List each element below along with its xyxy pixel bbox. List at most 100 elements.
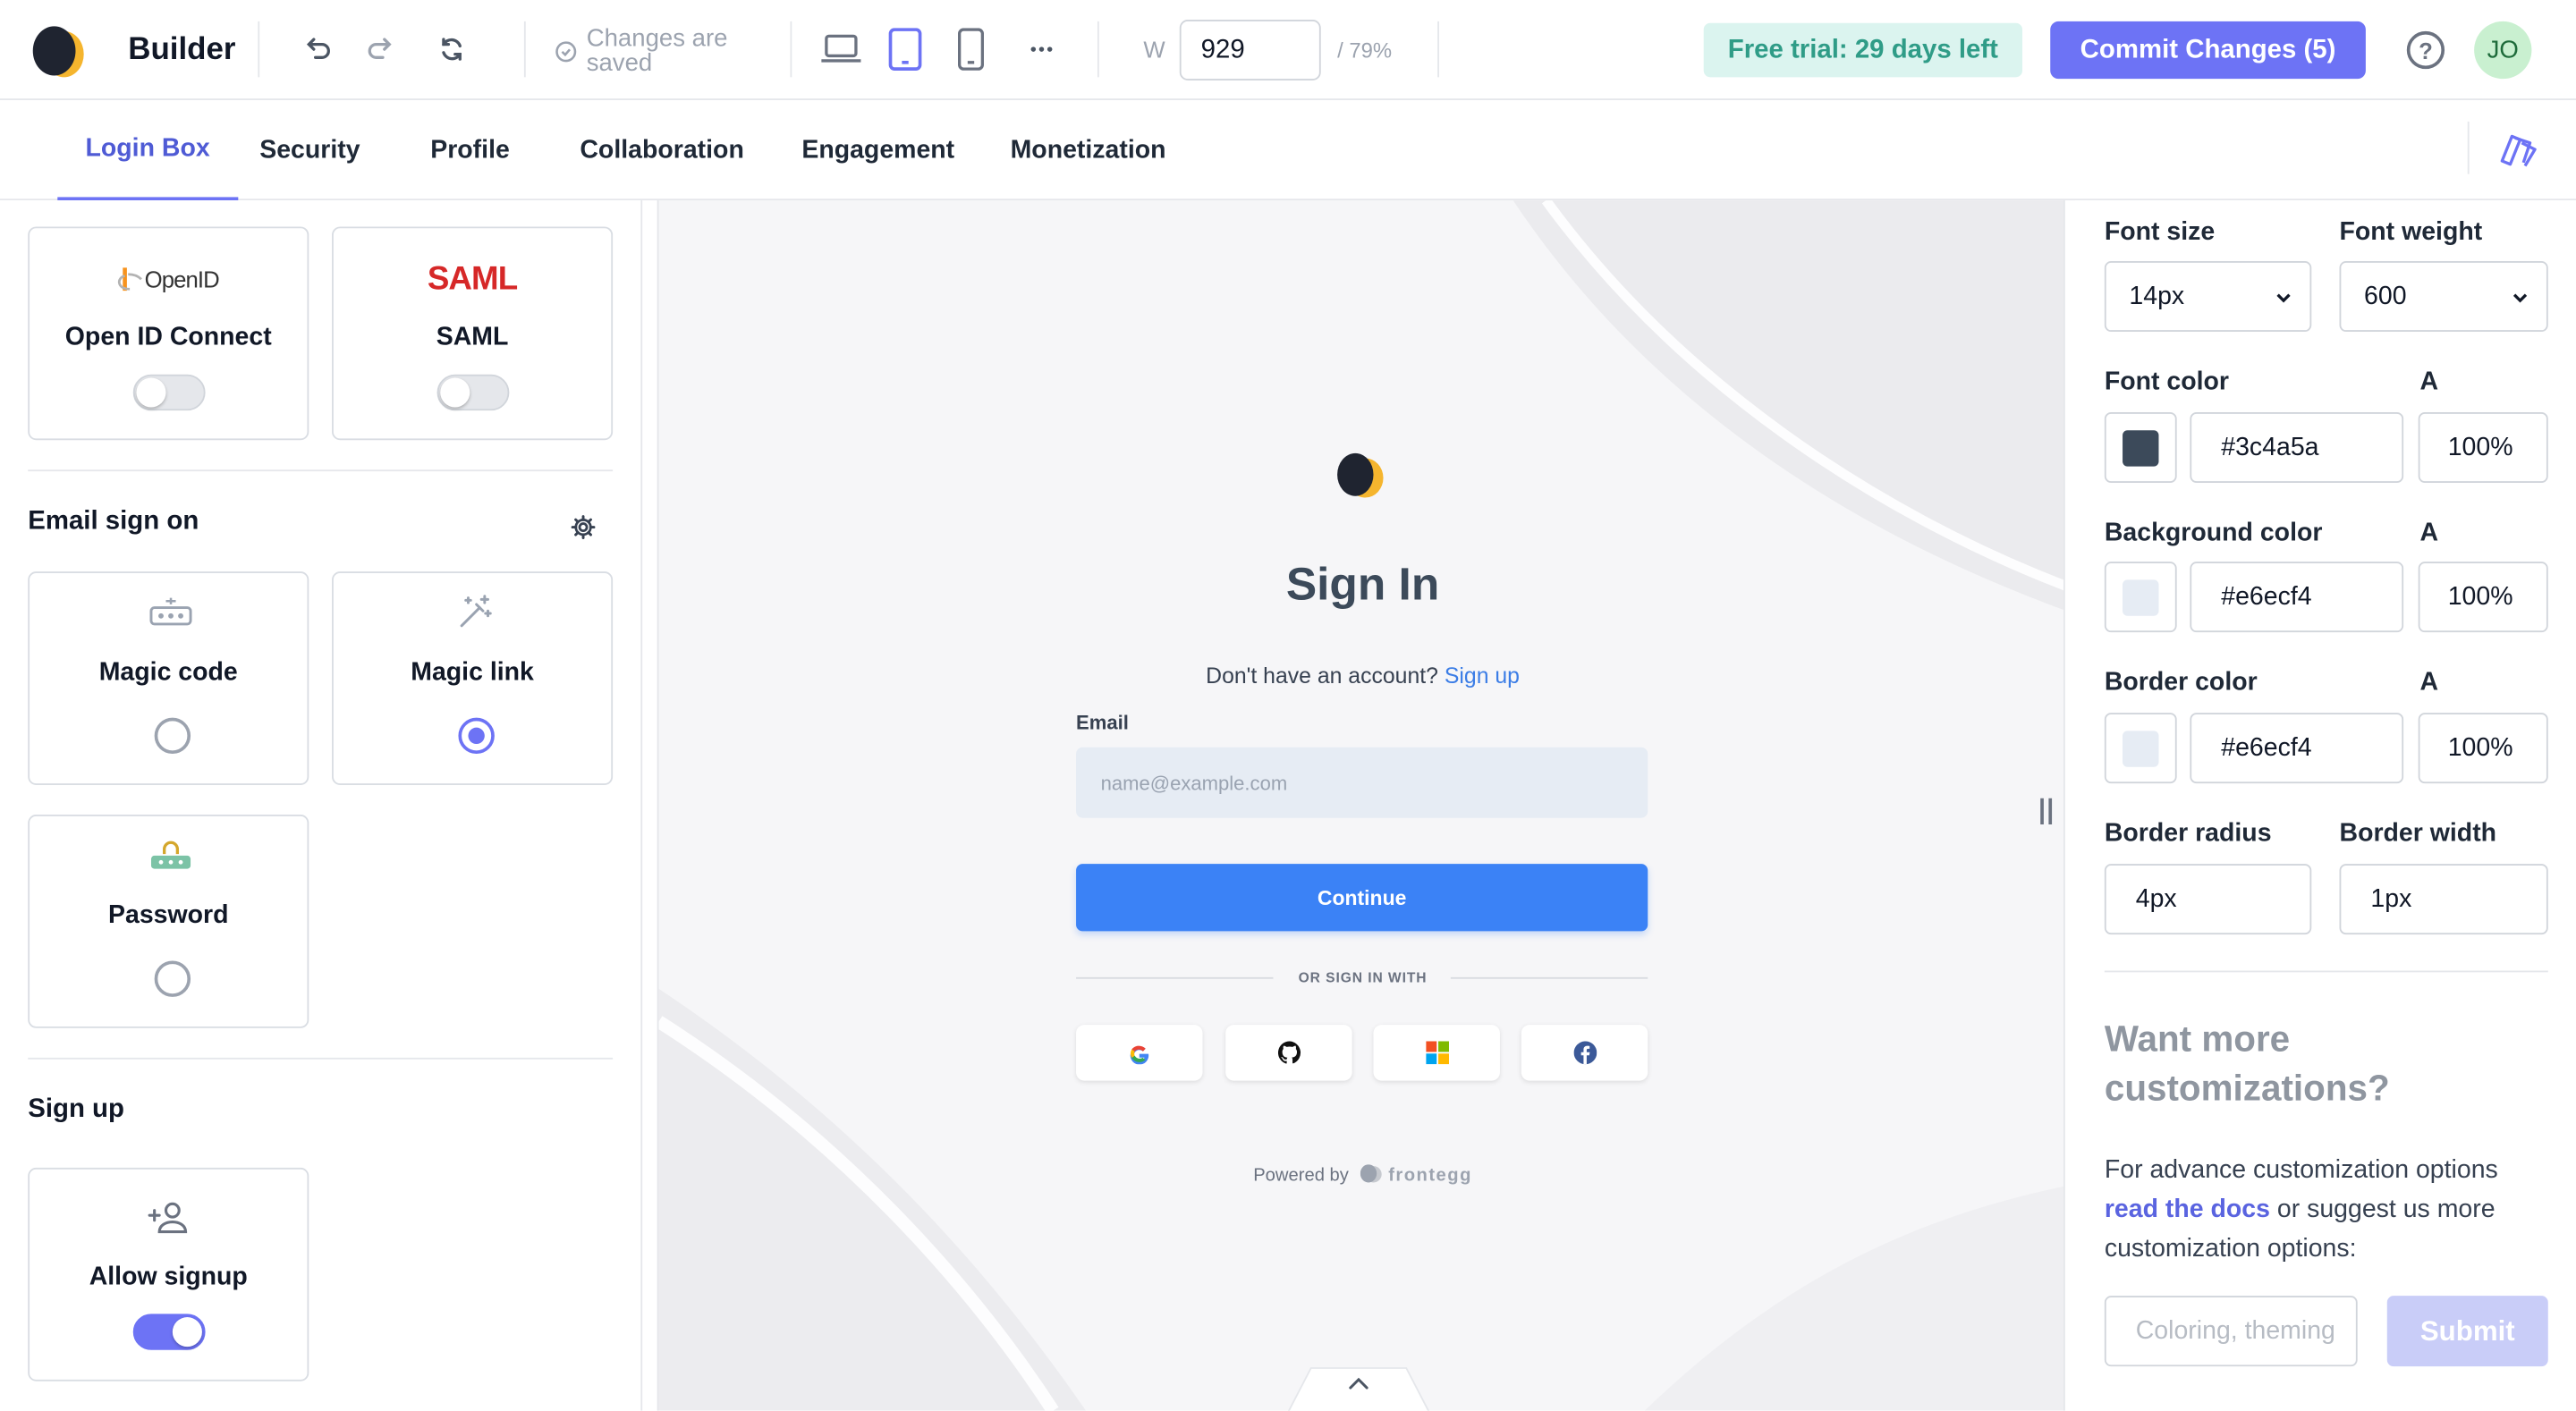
allow-signup-toggle[interactable] bbox=[132, 1314, 206, 1350]
signup-link[interactable]: Sign up bbox=[1445, 663, 1520, 689]
openid-card[interactable]: OpenID Open ID Connect bbox=[28, 226, 309, 441]
tab-collaboration[interactable]: Collaboration bbox=[580, 100, 743, 200]
divider bbox=[523, 21, 526, 78]
divider bbox=[28, 469, 614, 472]
google-login-button[interactable] bbox=[1076, 1025, 1203, 1081]
commit-changes-button[interactable]: Commit Changes (5) bbox=[2050, 21, 2366, 80]
email-input[interactable]: name@example.com bbox=[1076, 747, 1648, 818]
magic-link-radio[interactable] bbox=[458, 717, 495, 755]
email-label: Email bbox=[1076, 711, 1129, 735]
device-desktop-button[interactable] bbox=[820, 26, 863, 72]
background-color-label: Background color bbox=[2104, 519, 2323, 547]
magic-code-title: Magic code bbox=[98, 658, 238, 687]
saml-card-title: SAML bbox=[436, 323, 509, 352]
password-radio[interactable] bbox=[154, 960, 191, 997]
signup-prompt: Don't have an account? Sign up bbox=[659, 663, 2063, 689]
divider bbox=[258, 21, 260, 78]
divider bbox=[2467, 121, 2470, 174]
border-color-swatch[interactable] bbox=[2104, 713, 2177, 784]
expand-panel-button[interactable] bbox=[1287, 1366, 1429, 1411]
more-options-button[interactable] bbox=[1021, 26, 1063, 72]
redo-button[interactable] bbox=[363, 31, 399, 67]
powered-by: Powered by frontegg bbox=[659, 1164, 2063, 1187]
background-color-swatch[interactable] bbox=[2104, 562, 2177, 633]
style-editor-icon[interactable] bbox=[2497, 128, 2540, 171]
font-color-alpha-input[interactable]: 100% bbox=[2418, 412, 2548, 483]
zoom-level: / 79% bbox=[1337, 38, 1393, 63]
allow-signup-card[interactable]: Allow signup bbox=[28, 1167, 309, 1381]
tab-engagement[interactable]: Engagement bbox=[801, 100, 954, 200]
magic-code-card[interactable]: Magic code bbox=[28, 571, 309, 785]
font-weight-label: Font weight bbox=[2339, 218, 2483, 247]
magic-link-title: Magic link bbox=[411, 658, 534, 687]
font-color-label: Font color bbox=[2104, 368, 2230, 396]
tab-security[interactable]: Security bbox=[259, 100, 360, 200]
more-customizations-title: Want more customizations? bbox=[2104, 1018, 2390, 1109]
avatar[interactable]: JO bbox=[2474, 21, 2532, 80]
more-text-pre: For advance customization options bbox=[2104, 1156, 2498, 1185]
font-color-input[interactable]: #3c4a5a bbox=[2190, 412, 2404, 483]
divider bbox=[790, 21, 792, 78]
magic-link-card[interactable]: Magic link bbox=[332, 571, 614, 785]
refresh-button[interactable] bbox=[434, 31, 470, 67]
font-size-value: 14px bbox=[2129, 281, 2185, 310]
no-account-text: Don't have an account? bbox=[1206, 663, 1438, 689]
refresh-icon bbox=[442, 38, 462, 61]
undo-button[interactable] bbox=[299, 31, 335, 67]
trial-badge[interactable]: Free trial: 29 days left bbox=[1703, 22, 2023, 78]
openid-logo: OpenID bbox=[115, 265, 220, 294]
gear-icon[interactable] bbox=[570, 514, 596, 540]
border-width-label: Border width bbox=[2339, 819, 2497, 848]
app-logo-icon bbox=[1337, 452, 1384, 498]
border-color-alpha-input[interactable]: 100% bbox=[2418, 713, 2548, 784]
openid-logo-text: OpenID bbox=[144, 266, 220, 292]
background-color-input[interactable]: #e6ecf4 bbox=[2190, 562, 2404, 633]
magic-code-radio[interactable] bbox=[154, 717, 191, 755]
divider bbox=[1437, 21, 1439, 78]
saml-toggle[interactable] bbox=[436, 374, 510, 411]
device-tablet-button[interactable] bbox=[884, 26, 927, 72]
width-input[interactable] bbox=[1179, 20, 1321, 80]
saml-card[interactable]: SAML SAML bbox=[332, 226, 614, 441]
border-radius-label: Border radius bbox=[2104, 819, 2272, 848]
password-title: Password bbox=[107, 901, 229, 930]
background-color-alpha-input[interactable]: 100% bbox=[2418, 562, 2548, 633]
openid-card-title: Open ID Connect bbox=[64, 323, 272, 352]
device-mobile-button[interactable] bbox=[950, 26, 993, 72]
continue-button[interactable]: Continue bbox=[1076, 864, 1648, 932]
top-bar: Builder Changes are saved W 929 / 79% Fr… bbox=[0, 0, 2576, 101]
preview-canvas: Sign In Don't have an account? Sign up E… bbox=[657, 200, 2065, 1411]
laptop-icon bbox=[821, 34, 861, 63]
resize-handle-icon[interactable] bbox=[2038, 798, 2055, 825]
border-width-input[interactable]: 1px bbox=[2339, 864, 2548, 935]
border-color-input[interactable]: #e6ecf4 bbox=[2190, 713, 2404, 784]
tab-profile[interactable]: Profile bbox=[430, 100, 510, 200]
left-panel: OpenID Open ID Connect SAML SAML Email s… bbox=[0, 200, 643, 1411]
password-card[interactable]: Password bbox=[28, 815, 309, 1028]
frontegg-logo-icon bbox=[1360, 1164, 1382, 1183]
mobile-icon bbox=[957, 28, 985, 71]
tab-login-box[interactable]: Login Box bbox=[57, 100, 238, 201]
font-color-alpha-label: A bbox=[2419, 368, 2439, 396]
openid-toggle[interactable] bbox=[132, 374, 206, 411]
suggestion-input[interactable]: Coloring, theming bbox=[2104, 1296, 2358, 1367]
font-color-swatch[interactable] bbox=[2104, 412, 2177, 483]
font-size-select[interactable]: 14px bbox=[2104, 261, 2312, 333]
border-radius-input[interactable]: 4px bbox=[2104, 864, 2312, 935]
submit-button[interactable]: Submit bbox=[2386, 1296, 2548, 1367]
divider bbox=[2104, 970, 2548, 973]
read-docs-link[interactable]: read the docs bbox=[2105, 1196, 2270, 1223]
tablet-icon bbox=[888, 28, 922, 71]
save-status-text: Changes are saved bbox=[586, 24, 728, 78]
tab-monetization[interactable]: Monetization bbox=[1011, 100, 1166, 200]
microsoft-icon bbox=[1425, 1041, 1449, 1065]
dots-icon bbox=[149, 597, 192, 626]
magic-wand-icon bbox=[460, 595, 492, 628]
github-login-button[interactable] bbox=[1225, 1025, 1352, 1081]
facebook-login-button[interactable] bbox=[1521, 1025, 1648, 1081]
font-weight-select[interactable]: 600 bbox=[2339, 261, 2548, 333]
help-icon[interactable]: ? bbox=[2406, 30, 2445, 70]
powered-by-brand: frontegg bbox=[1388, 1166, 1472, 1187]
microsoft-login-button[interactable] bbox=[1373, 1025, 1500, 1081]
brand-title: Builder bbox=[128, 32, 236, 68]
